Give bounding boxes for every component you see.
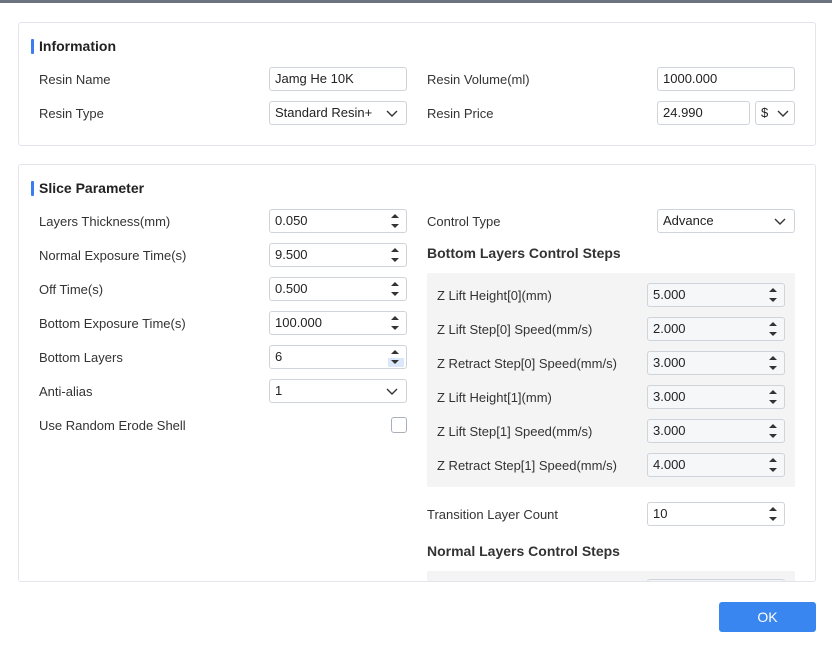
z-lift-speed-1-label: Z Lift Step[1] Speed(mm/s) bbox=[437, 424, 593, 439]
resin-name-input[interactable]: Jamg He 10K bbox=[269, 67, 407, 91]
spin-arrows-icon[interactable] bbox=[766, 388, 780, 406]
slice-parameter-title: Slice Parameter bbox=[31, 180, 144, 196]
anti-alias-value: 1 bbox=[275, 383, 283, 398]
z-lift-speed-0-label: Z Lift Step[0] Speed(mm/s) bbox=[437, 322, 593, 337]
resin-price-input[interactable]: 24.990 bbox=[657, 101, 750, 125]
z-lift-height-1-label: Z Lift Height[1](mm) bbox=[437, 390, 552, 405]
resin-volume-label: Resin Volume(ml) bbox=[427, 72, 530, 87]
z-lift-height-0-value: 5.000 bbox=[653, 287, 686, 302]
chevron-down-icon bbox=[386, 107, 398, 119]
normal-step-spinbox-partial[interactable] bbox=[647, 579, 785, 581]
resin-type-label: Resin Type bbox=[39, 106, 104, 121]
control-type-label: Control Type bbox=[427, 214, 501, 229]
spin-arrows-icon[interactable] bbox=[766, 320, 780, 338]
layer-thickness-spinbox[interactable]: 0.050 bbox=[269, 209, 407, 233]
normal-steps-panel bbox=[427, 571, 795, 581]
z-lift-height-0-label: Z Lift Height[0](mm) bbox=[437, 288, 552, 303]
normal-exposure-value: 9.500 bbox=[275, 247, 308, 262]
normal-steps-title: Normal Layers Control Steps bbox=[427, 543, 620, 559]
random-erode-checkbox[interactable] bbox=[391, 417, 407, 433]
z-lift-height-1-value: 3.000 bbox=[653, 389, 686, 404]
resin-type-select[interactable]: Standard Resin+ bbox=[269, 101, 407, 125]
bottom-layers-spinbox[interactable]: 6 bbox=[269, 345, 407, 369]
spin-arrows-icon[interactable] bbox=[388, 348, 402, 366]
bottom-steps-title: Bottom Layers Control Steps bbox=[427, 245, 621, 261]
z-retract-speed-0-value: 3.000 bbox=[653, 355, 686, 370]
control-type-value: Advance bbox=[663, 213, 714, 228]
bottom-layers-value: 6 bbox=[275, 349, 283, 364]
ok-button[interactable]: OK bbox=[719, 602, 816, 632]
spin-arrows-icon[interactable] bbox=[388, 246, 402, 264]
control-type-select[interactable]: Advance bbox=[657, 209, 795, 233]
anti-alias-select[interactable]: 1 bbox=[269, 379, 407, 403]
z-retract-speed-1-label: Z Retract Step[1] Speed(mm/s) bbox=[437, 458, 617, 473]
transition-layer-value: 10 bbox=[653, 506, 668, 521]
transition-layer-spinbox[interactable]: 10 bbox=[647, 502, 785, 526]
spin-arrows-icon[interactable] bbox=[388, 280, 402, 298]
off-time-label: Off Time(s) bbox=[39, 282, 104, 297]
spin-arrows-icon[interactable] bbox=[388, 212, 402, 230]
bottom-exposure-label: Bottom Exposure Time(s) bbox=[39, 316, 186, 331]
transition-layer-label: Transition Layer Count bbox=[427, 507, 559, 522]
spin-arrows-icon[interactable] bbox=[766, 422, 780, 440]
resin-type-value: Standard Resin+ bbox=[275, 105, 373, 120]
spin-arrows-icon[interactable] bbox=[766, 354, 780, 372]
chevron-down-icon bbox=[777, 107, 789, 119]
spin-arrows-icon[interactable] bbox=[388, 314, 402, 332]
anti-alias-label: Anti-alias bbox=[39, 384, 93, 399]
spin-arrows-icon[interactable] bbox=[766, 286, 780, 304]
normal-exposure-spinbox[interactable]: 9.500 bbox=[269, 243, 407, 267]
information-section: Information Resin Name Jamg He 10K Resin… bbox=[18, 22, 816, 146]
z-lift-speed-1-value: 3.000 bbox=[653, 423, 686, 438]
slice-parameter-section: Slice Parameter Layers Thickness(mm) 0.0… bbox=[18, 164, 816, 582]
z-retract-speed-1-spinbox[interactable]: 4.000 bbox=[647, 453, 785, 477]
information-title: Information bbox=[31, 38, 116, 54]
z-lift-speed-1-spinbox[interactable]: 3.000 bbox=[647, 419, 785, 443]
z-retract-speed-1-value: 4.000 bbox=[653, 457, 686, 472]
chevron-down-icon bbox=[774, 215, 786, 227]
currency-value: $ bbox=[761, 105, 769, 120]
currency-select[interactable]: $ bbox=[755, 101, 795, 125]
layer-thickness-value: 0.050 bbox=[275, 213, 308, 228]
bottom-exposure-spinbox[interactable]: 100.000 bbox=[269, 311, 407, 335]
z-retract-speed-0-spinbox[interactable]: 3.000 bbox=[647, 351, 785, 375]
spin-arrows-icon[interactable] bbox=[766, 456, 780, 474]
resin-price-label: Resin Price bbox=[427, 106, 494, 121]
z-retract-speed-0-label: Z Retract Step[0] Speed(mm/s) bbox=[437, 356, 617, 371]
off-time-value: 0.500 bbox=[275, 281, 308, 296]
bottom-layers-label: Bottom Layers bbox=[39, 350, 123, 365]
bottom-steps-panel: Z Lift Height[0](mm) 5.000 Z Lift Step[0… bbox=[427, 273, 795, 487]
resin-volume-input[interactable]: 1000.000 bbox=[657, 67, 795, 91]
resin-name-label: Resin Name bbox=[39, 72, 111, 87]
z-lift-height-1-spinbox[interactable]: 3.000 bbox=[647, 385, 785, 409]
z-lift-speed-0-value: 2.000 bbox=[653, 321, 686, 336]
random-erode-label: Use Random Erode Shell bbox=[39, 418, 186, 433]
window-top-border bbox=[0, 0, 832, 3]
off-time-spinbox[interactable]: 0.500 bbox=[269, 277, 407, 301]
z-lift-speed-0-spinbox[interactable]: 2.000 bbox=[647, 317, 785, 341]
z-lift-height-0-spinbox[interactable]: 5.000 bbox=[647, 283, 785, 307]
bottom-exposure-value: 100.000 bbox=[275, 315, 322, 330]
chevron-down-icon bbox=[386, 385, 398, 397]
layer-thickness-label: Layers Thickness(mm) bbox=[39, 214, 171, 229]
normal-exposure-label: Normal Exposure Time(s) bbox=[39, 248, 187, 263]
spin-arrows-icon[interactable] bbox=[766, 505, 780, 523]
